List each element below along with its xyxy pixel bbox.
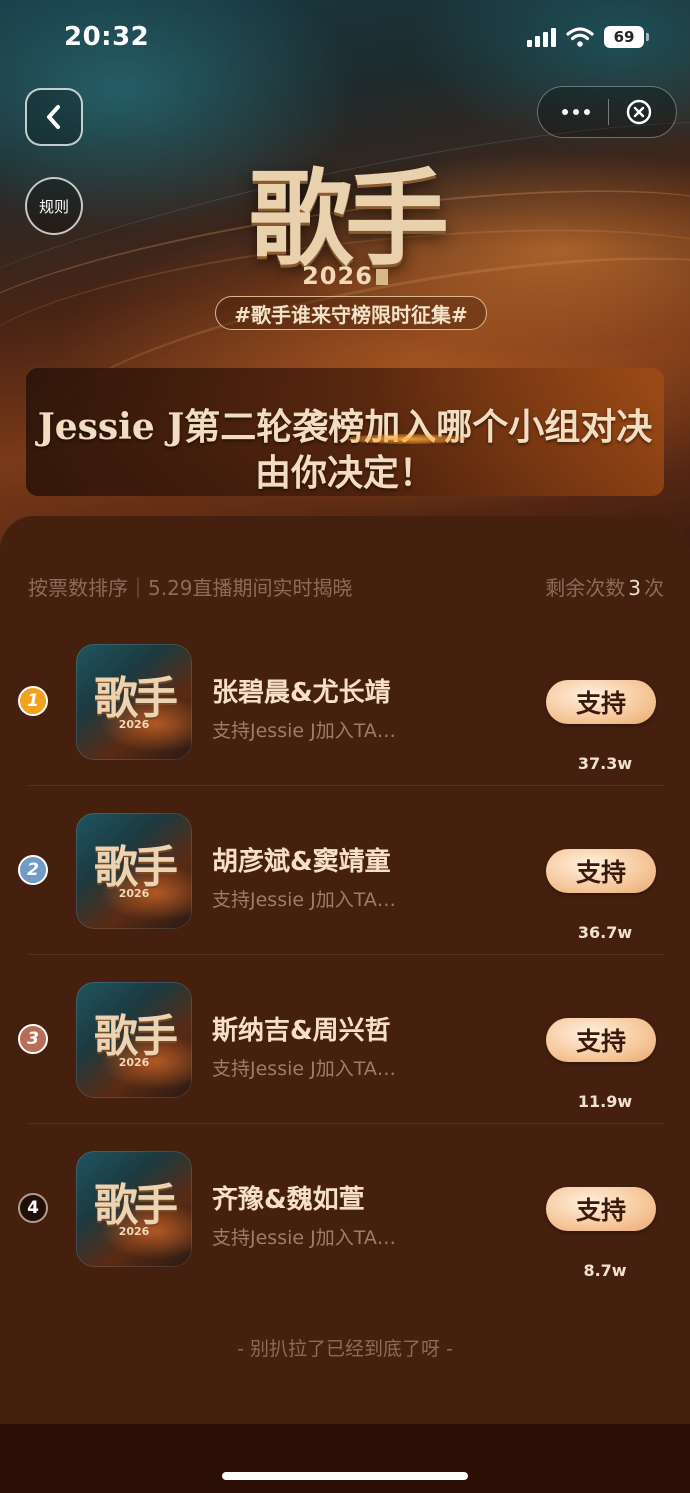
divider: [28, 785, 664, 786]
vote-count: 11.9w: [577, 1092, 633, 1111]
headline-line-1: Jessie J第二轮袭榜加入哪个小组对决: [37, 406, 653, 448]
group-thumbnail: 歌手 2026: [76, 644, 192, 760]
group-thumbnail: 歌手 2026: [76, 1151, 192, 1267]
support-button[interactable]: 支持: [546, 1187, 656, 1231]
rank-badge: 3: [18, 1024, 48, 1054]
support-button[interactable]: 支持: [546, 680, 656, 724]
vote-count: 8.7w: [583, 1261, 627, 1280]
remaining-votes: 剩余次数 3 次: [545, 576, 664, 600]
divider: [28, 1123, 664, 1124]
list-item: 3 歌手 2026 斯纳吉&周兴哲 支持Jessie J加入TA… 支持 11.…: [0, 982, 690, 1151]
end-of-list-text: - 别扒拉了已经到底了呀 -: [237, 1338, 453, 1360]
signal-icon: [527, 27, 556, 47]
group-name: 斯纳吉&周兴哲: [212, 1016, 391, 1046]
group-description: 支持Jessie J加入TA…: [212, 889, 396, 911]
vote-count: 36.7w: [577, 923, 633, 942]
list-item: 2 歌手 2026 胡彦斌&窦靖童 支持Jessie J加入TA… 支持 36.…: [0, 813, 690, 982]
group-description: 支持Jessie J加入TA…: [212, 1058, 396, 1080]
rank-badge: 4: [18, 1193, 48, 1223]
divider: [28, 954, 664, 955]
sort-description: 按票数排序｜5.29直播期间实时揭晓: [28, 576, 353, 600]
list-item: 1 歌手 2026 张碧晨&尤长靖 支持Jessie J加入TA… 支持 37.…: [0, 644, 690, 813]
group-description: 支持Jessie J加入TA…: [212, 720, 396, 742]
vote-count: 37.3w: [577, 754, 633, 773]
close-circle-icon[interactable]: [626, 99, 652, 125]
more-button[interactable]: [546, 87, 606, 137]
show-logo-year: 2026: [0, 262, 690, 290]
bottom-band: [0, 1424, 690, 1493]
group-thumbnail: 歌手 2026: [76, 813, 192, 929]
group-name: 胡彦斌&窦靖童: [212, 847, 391, 877]
group-thumbnail: 歌手 2026: [76, 982, 192, 1098]
capsule-divider: [608, 99, 609, 125]
battery-icon: 69: [604, 26, 649, 48]
support-button[interactable]: 支持: [546, 1018, 656, 1062]
mini-program-capsule: [537, 86, 677, 138]
home-indicator[interactable]: [222, 1472, 468, 1480]
hashtag-label: #歌手谁来守榜限时征集#: [215, 296, 487, 330]
hero-banner: 20:32 69 规则 歌手 2026 #歌手谁来守榜限时征集# Jessie …: [0, 0, 690, 560]
rank-badge: 1: [18, 686, 48, 716]
more-dots-icon: [562, 109, 568, 115]
status-time: 20:32: [64, 22, 150, 52]
status-icons: 69: [527, 26, 649, 48]
remaining-count: 3: [628, 576, 641, 600]
group-name: 齐豫&魏如萱: [212, 1185, 365, 1215]
group-name: 张碧晨&尤长靖: [212, 678, 391, 708]
chevron-left-icon: [47, 105, 60, 129]
group-description: 支持Jessie J加入TA…: [212, 1227, 396, 1249]
headline-banner: Jessie J第二轮袭榜加入哪个小组对决 由你决定！: [26, 368, 664, 496]
list-item: 4 歌手 2026 齐豫&魏如萱 支持Jessie J加入TA… 支持 8.7w: [0, 1151, 690, 1320]
support-button[interactable]: 支持: [546, 849, 656, 893]
headline-line-2: 由你决定！: [254, 452, 435, 494]
wifi-icon: [566, 27, 594, 47]
rank-badge: 2: [18, 855, 48, 885]
